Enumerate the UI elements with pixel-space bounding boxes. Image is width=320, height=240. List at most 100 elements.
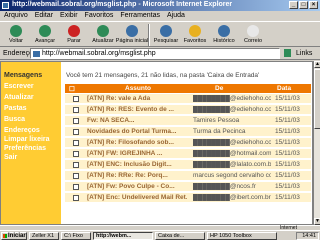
back-arrow-icon [10,25,22,37]
sidebar-item-pastas[interactable]: Pastas [4,105,27,112]
windows-logo-icon [3,234,7,238]
message-subject[interactable]: [ATN] Re: RES: Evento de ... [87,106,187,113]
sidebar-item-limpar-lixeira[interactable]: Limpar lixeira [4,136,50,143]
message-checkbox[interactable] [73,173,79,179]
taskbar-item-active[interactable]: http://webm... [93,232,153,240]
sidebar-item-busca[interactable]: Busca [4,116,25,123]
select-all-checkbox[interactable]: ☐ [69,85,75,93]
stop-button[interactable]: Parar [61,22,87,47]
message-date: 15/11/03 [275,95,300,102]
sidebar-item-atualizar[interactable]: Atualizar [4,94,34,101]
maximize-button[interactable]: □ [299,1,308,9]
message-checkbox[interactable] [73,162,79,168]
message-from: ████████@ediehoho.com... [193,106,271,113]
message-checkbox[interactable] [73,140,79,146]
taskbar-item[interactable]: C:\ Fixo [61,232,91,240]
taskbar-item[interactable]: Caixa de... [155,232,205,240]
message-checkbox[interactable] [73,184,79,190]
message-row[interactable]: [ATN] Re: vale a Ada ████████@ediehoho.c… [65,94,311,104]
webmail-sidebar: Mensagens Escrever Atualizar Pastas Busc… [1,62,61,224]
address-input[interactable]: http://webmail.sobral.org/msglist.php [30,48,280,59]
toolbar-separator [148,24,150,46]
menu-favoritos[interactable]: Favoritos [85,11,114,21]
address-url: http://webmail.sobral.org/msglist.php [42,50,156,57]
message-date: 15/11/03 [275,194,300,201]
address-label: Endereço [3,50,33,57]
menu-ajuda[interactable]: Ajuda [167,11,185,21]
message-subject[interactable]: [ATN] FW: IGREJINHA ... [87,150,187,157]
message-row[interactable]: Novidades do Portal Turma... Turma da Pe… [65,127,311,137]
menu-ferramentas[interactable]: Ferramentas [120,11,160,21]
message-row[interactable]: [ATN] ENC: Inclusão Digit... ████████@la… [65,160,311,170]
message-subject[interactable]: [ATN] ENC: Inclusão Digit... [87,161,187,168]
scroll-down-icon[interactable]: ▼ [314,218,320,225]
message-date: 15/11/03 [275,172,300,179]
close-button[interactable]: × [309,1,318,9]
ie-icon [2,2,9,9]
standard-toolbar: Voltar Avançar Parar Atualizar Página in… [0,21,320,47]
message-checkbox[interactable] [73,151,79,157]
go-icon[interactable] [284,49,291,57]
mail-icon [247,25,259,37]
message-subject[interactable]: [ATN] Enc: Undelivered Mail Ret... [87,194,187,201]
sidebar-item-sair[interactable]: Sair [4,154,17,161]
column-from[interactable]: De [215,85,223,92]
home-button[interactable]: Página inicial [116,22,148,47]
favorites-button[interactable]: Favoritos [182,22,208,47]
column-subject[interactable]: Assunto [125,85,151,92]
search-button[interactable]: Pesquisar [153,22,179,47]
message-row[interactable]: Fw: NA SECA... Tamires Pessoa 15/11/03 [65,116,311,126]
column-date[interactable]: Data [277,85,291,92]
sidebar-item-mensagens[interactable]: Mensagens [4,72,42,79]
message-list-panel: Você tem 21 mensagens, 21 não lidas, na … [62,62,312,224]
back-button[interactable]: Voltar [3,22,29,47]
message-row[interactable]: [ATN] FW: IGREJINHA ... ████████@hotmail… [65,149,311,159]
message-subject[interactable]: Fw: NA SECA... [87,117,187,124]
taskbar-item[interactable]: HP 1050 Toolbox [207,232,277,240]
message-subject[interactable]: [ATN] Re: vale a Ada [87,95,187,102]
sidebar-item-enderecos[interactable]: Endereços [4,127,40,134]
home-icon [126,25,138,37]
scroll-thumb[interactable] [314,69,320,129]
scroll-up-icon[interactable]: ▲ [314,61,320,68]
message-subject[interactable]: [ATN] Re: Filosofando sob... [87,139,187,146]
message-from: Turma da Pecinca [193,128,246,135]
links-label[interactable]: Links [296,50,312,57]
message-from: ████████@ediehoho.com... [193,95,271,102]
message-row[interactable]: [ATN] Re: Filosofando sob... ████████@ed… [65,138,311,148]
forward-button[interactable]: Avançar [32,22,58,47]
message-subject[interactable]: Novidades do Portal Turma... [87,128,187,135]
minimize-button[interactable]: _ [289,1,298,9]
message-subject[interactable]: [ATN] Fw: Povo Culpe - Co... [87,183,187,190]
sidebar-item-escrever[interactable]: Escrever [4,83,34,90]
mail-button[interactable]: Correio [240,22,266,47]
message-checkbox[interactable] [73,129,79,135]
refresh-button[interactable]: Atualizar [90,22,116,47]
message-subject[interactable]: [ATN] Re: RRe: Re: Porq... [87,172,187,179]
message-date: 15/11/03 [275,150,300,157]
history-button[interactable]: Histórico [211,22,237,47]
message-checkbox[interactable] [73,195,79,201]
taskbar-item[interactable]: Zeller X1 [29,232,59,240]
address-bar: Endereço http://webmail.sobral.org/msgli… [0,47,320,60]
menu-exibir[interactable]: Exibir [60,11,78,21]
start-button[interactable]: Iniciar [1,232,27,240]
message-row[interactable]: [ATN] Re: RES: Evento de ... ████████@ed… [65,105,311,115]
page-icon [33,51,40,57]
message-date: 15/11/03 [275,128,300,135]
message-date: 15/11/03 [275,161,300,168]
window-titlebar: http://webmail.sobral.org/msglist.php - … [0,0,320,11]
sidebar-item-preferencias[interactable]: Preferências [4,145,46,152]
message-row[interactable]: [ATN] Enc: Undelivered Mail Ret... █████… [65,193,311,203]
menu-arquivo[interactable]: Arquivo [4,11,28,21]
message-checkbox[interactable] [73,118,79,124]
message-from: marcus segond cervalho co... [193,172,271,179]
message-checkbox[interactable] [73,96,79,102]
message-checkbox[interactable] [73,107,79,113]
message-row[interactable]: [ATN] Re: RRe: Re: Porq... marcus segond… [65,171,311,181]
menu-editar[interactable]: Editar [35,11,53,21]
message-row[interactable]: [ATN] Fw: Povo Culpe - Co... ████████@nc… [65,182,311,192]
message-date: 15/11/03 [275,117,300,124]
message-from: ████████@hotmail.com [193,150,271,157]
vertical-scrollbar[interactable]: ▲ ▼ [313,61,320,225]
